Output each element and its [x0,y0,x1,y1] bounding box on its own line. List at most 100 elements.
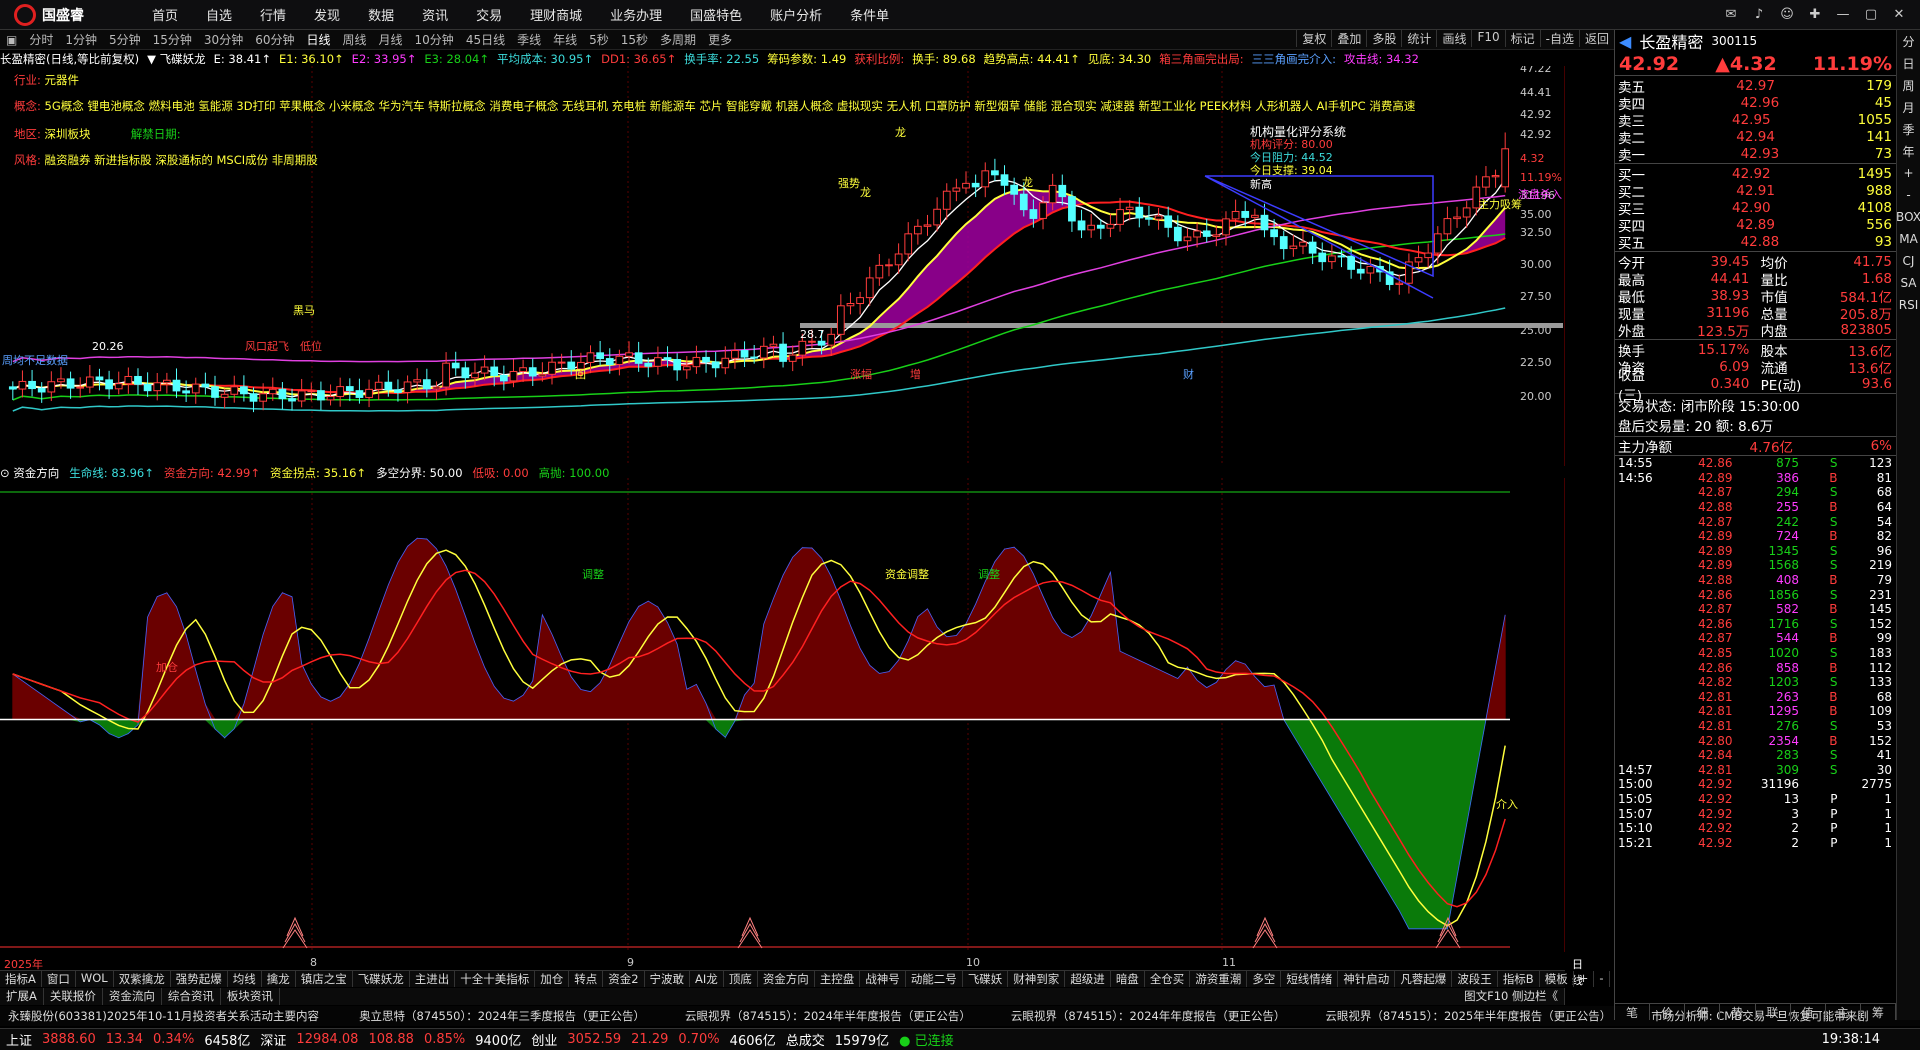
indicator-tab[interactable]: 双紫擒龙 [114,971,171,987]
menu-item[interactable]: 理财商城 [516,5,596,24]
period-tab[interactable]: 季线 [511,31,547,48]
side-button[interactable]: + [1897,162,1920,184]
indicator-tab[interactable]: 资金方向 [758,971,815,987]
indicator-tab[interactable]: 强势起爆 [171,971,228,987]
panel-tab[interactable]: 细 [1685,1004,1721,1020]
indicator-tab[interactable]: 波段王 [1452,971,1498,987]
period-tab[interactable]: 15秒 [615,31,654,48]
indicator-tab[interactable]: - [1594,971,1610,987]
indicator-tab[interactable]: 均线 [228,971,262,987]
info-tab[interactable]: 扩展A [0,988,44,1005]
indicator-select[interactable]: ▼ 飞碟妖龙 [147,51,206,67]
grid-icon[interactable]: ▣ [0,33,23,47]
indicator-tab[interactable]: 短线情绪 [1281,971,1339,987]
fund-direction-chart[interactable]: 100.0090.0080.0070.0060.0050.0040.0030.0… [0,478,1565,952]
indicator-tab[interactable]: 暗盘 [1111,971,1145,987]
menu-item[interactable]: 国盛特色 [676,5,756,24]
menu-item[interactable]: 自选 [192,5,246,24]
indicator-tab[interactable]: 顶底 [724,971,758,987]
period-tab[interactable]: 月线 [373,31,409,48]
period-tab[interactable]: 10分钟 [409,31,460,48]
menu-item[interactable]: 首页 [138,5,192,24]
indicator-tab[interactable]: 动能二号 [906,971,963,987]
panel-tab[interactable]: 筹 [1861,1004,1896,1020]
indicator-tab[interactable]: 窗口 [42,971,76,987]
side-button[interactable]: 季 [1897,118,1920,140]
info-tab[interactable]: 综合资讯 [162,988,221,1005]
period-tab[interactable]: 5秒 [583,31,615,48]
indicator-tab[interactable]: AI龙 [690,971,724,987]
indicator-tab[interactable]: 游资重潮 [1190,971,1248,987]
indicator-tab[interactable]: 凡蓉起爆 [1395,971,1453,987]
news-item[interactable]: 奥立思特（874550）：2024年三季度报告（更正公告） [359,1008,645,1024]
message-icon[interactable]: ✉ [1720,5,1742,25]
minimize-icon[interactable]: — [1832,5,1854,25]
info-tab[interactable]: 资金流向 [103,988,162,1005]
menu-item[interactable]: 数据 [354,5,408,24]
side-button[interactable]: 分 [1897,30,1920,52]
side-button[interactable]: 日 [1897,52,1920,74]
news-item[interactable]: 永臻股份(603381)2025年10-11月投资者关系活动主要内容 [8,1008,319,1024]
period-tab[interactable]: 分时 [23,31,59,48]
tool-button[interactable]: 标记 [1504,30,1540,47]
panel-tab[interactable]: 主 [1826,1004,1861,1020]
side-button[interactable]: SA [1897,272,1920,294]
indicator-tab[interactable]: 擒龙 [262,971,296,987]
side-button[interactable]: CJ [1897,250,1920,272]
indicator-tab[interactable]: 全仓买 [1145,971,1191,987]
period-tab[interactable]: 更多 [702,31,738,48]
panel-tab[interactable]: 笔 [1615,1004,1651,1020]
indicator-tab[interactable]: 模板 [1540,971,1574,987]
side-button[interactable]: RSI [1897,294,1920,316]
indicator-tab[interactable]: 战神号 [860,971,906,987]
indicator-tab[interactable]: 资金2 [603,971,645,987]
period-tab[interactable]: 周线 [337,31,373,48]
side-button[interactable]: 月 [1897,96,1920,118]
period-tab[interactable]: 45日线 [460,31,511,48]
maximize-icon[interactable]: ▢ [1860,5,1882,25]
indicator-tab[interactable]: 指标A [0,971,42,987]
menu-item[interactable]: 行情 [246,5,300,24]
menu-item[interactable]: 条件单 [836,5,903,24]
indicator-tab[interactable]: 十全十美指标 [455,971,536,987]
indicator-tab[interactable]: 神针启动 [1338,971,1396,987]
side-button[interactable]: 年 [1897,140,1920,162]
period-tab[interactable]: 多周期 [654,31,702,48]
tool-button[interactable]: -自选 [1539,30,1579,47]
menu-item[interactable]: 业务办理 [596,5,676,24]
side-button[interactable]: - [1897,184,1920,206]
side-button[interactable]: MA [1897,228,1920,250]
panel-tab[interactable]: 价 [1650,1004,1686,1020]
news-item[interactable]: 云眼视界（874515）：2024年年度报告（更正公告） [1011,1008,1285,1024]
bell-icon[interactable]: ♪ [1748,5,1770,25]
menu-item[interactable]: 交易 [462,5,516,24]
skin-icon[interactable]: ✚ [1804,5,1826,25]
indicator-tab[interactable]: + [1574,971,1595,987]
indicator-tab[interactable]: 加仓 [535,971,570,987]
indicator-tab[interactable]: 宁波敢 [645,971,691,987]
indicator-tab[interactable]: 主进出 [410,971,456,987]
indicator-tab[interactable]: 转点 [569,971,604,987]
info-tab[interactable]: 板块资讯 [221,988,280,1005]
tool-button[interactable]: 画线 [1436,30,1471,47]
period-tab[interactable]: 年线 [547,31,583,48]
period-tab[interactable]: 30分钟 [198,31,249,48]
indicator-tab[interactable]: 飞碟妖 [963,971,1009,987]
indicator-tab[interactable]: 飞碟妖龙 [353,971,410,987]
tool-button[interactable]: 复权 [1296,30,1331,47]
news-item[interactable]: 云眼视界（874515）：2025年半年度报告（更正公告） [1325,1008,1611,1024]
indicator-tab[interactable]: 多空 [1247,971,1282,987]
side-button[interactable]: BOX [1896,206,1920,228]
tool-button[interactable]: 返回 [1578,30,1614,47]
info-tab[interactable]: 关联报价 [44,988,103,1005]
kline-chart[interactable]: 47.2244.4142.9242.924.3211.19%3119635.00… [0,66,1565,466]
indicator-tab[interactable]: 镇店之宝 [296,971,353,987]
menu-item[interactable]: 账户分析 [756,5,836,24]
indicator-tab[interactable]: 指标B [1498,971,1540,987]
tool-button[interactable]: 叠加 [1331,30,1366,47]
user-icon[interactable]: ☺ [1776,5,1798,25]
f10-sidebar-toggle[interactable]: 图文F10 侧边栏《 [1458,988,1565,1005]
indicator-tab[interactable]: 超级进 [1065,971,1111,987]
news-item[interactable]: 云眼视界（874515）：2024年半年度报告（更正公告） [685,1008,971,1024]
indicator-tab[interactable]: WOL [76,971,114,987]
